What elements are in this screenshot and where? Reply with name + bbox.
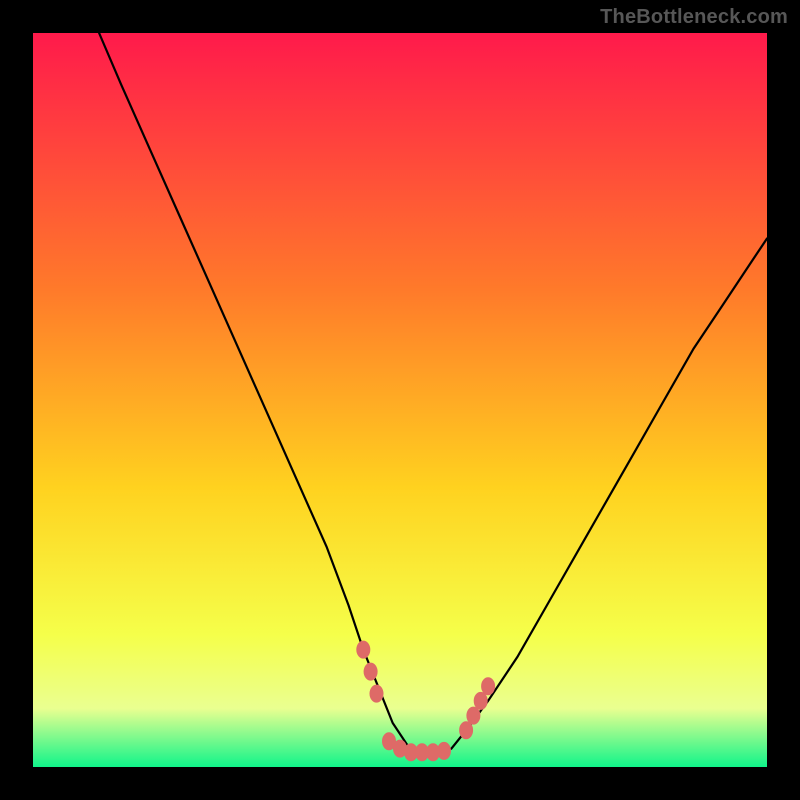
marker-dot xyxy=(481,677,495,695)
marker-dot xyxy=(370,685,384,703)
marker-dot xyxy=(364,663,378,681)
marker-dot xyxy=(356,641,370,659)
bottleneck-chart xyxy=(0,0,800,800)
gradient-background xyxy=(33,33,767,767)
watermark-text: TheBottleneck.com xyxy=(600,6,788,29)
chart-frame: { "watermark": "TheBottleneck.com", "col… xyxy=(0,0,800,800)
marker-dot xyxy=(437,742,451,760)
